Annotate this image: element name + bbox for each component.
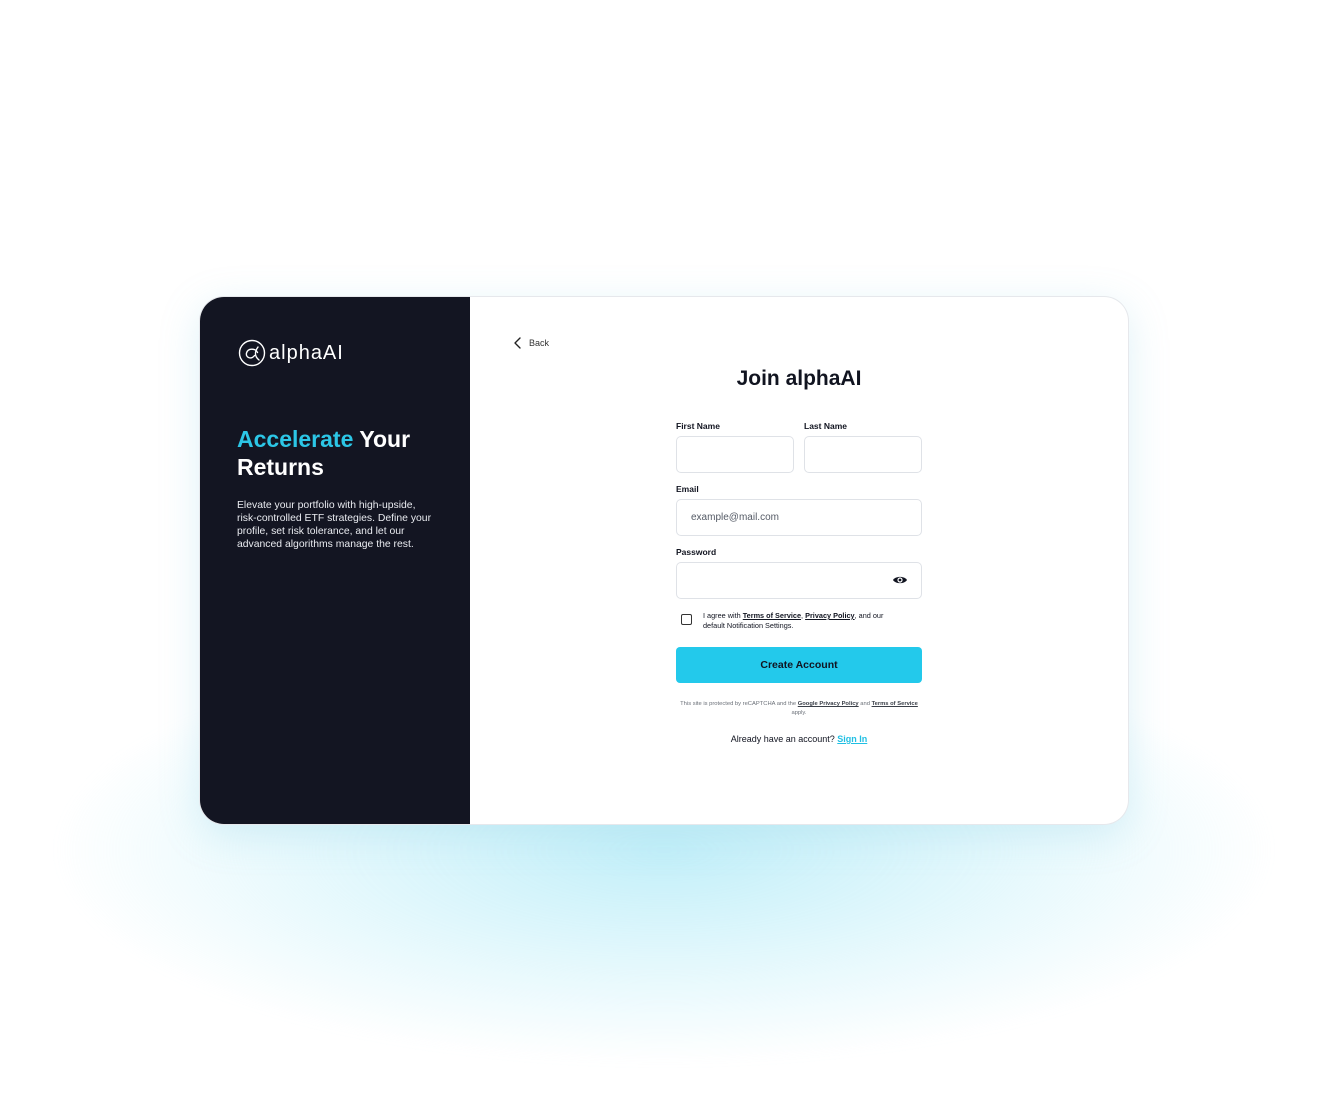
password-field[interactable] xyxy=(676,562,922,599)
email-field[interactable] xyxy=(676,499,922,536)
last-name-field[interactable] xyxy=(804,436,922,473)
recaptcha-notice: This site is protected by reCAPTCHA and … xyxy=(676,700,922,718)
signup-card: alphaAI Accelerate Your Returns Elevate … xyxy=(200,297,1128,824)
hero-headline-accent: Accelerate xyxy=(237,426,354,452)
password-group: Password xyxy=(676,547,922,599)
email-label: Email xyxy=(676,484,699,494)
last-name-label: Last Name xyxy=(804,421,847,431)
first-name-field[interactable] xyxy=(676,436,794,473)
password-label: Password xyxy=(676,547,717,557)
chevron-left-icon xyxy=(514,337,521,349)
signup-form: First Name Last Name Email Password xyxy=(676,421,922,744)
recaptcha-middle: and xyxy=(858,701,872,707)
eye-icon[interactable] xyxy=(892,574,908,586)
brand-logo: alphaAI xyxy=(238,339,344,367)
recaptcha-prefix: This site is protected by reCAPTCHA and … xyxy=(680,701,798,707)
create-account-button[interactable]: Create Account xyxy=(676,647,922,683)
agreement-row: I agree with Terms of Service, Privacy P… xyxy=(676,611,922,630)
form-panel: Back Join alphaAI First Name Last Name E… xyxy=(470,297,1128,824)
hero-description: Elevate your portfolio with high-upside,… xyxy=(237,500,432,550)
google-privacy-policy-link[interactable]: Google Privacy Policy xyxy=(798,701,859,707)
agreement-prefix: I agree with xyxy=(703,611,743,620)
alpha-logo-icon xyxy=(238,339,266,367)
password-wrapper xyxy=(676,562,922,599)
privacy-policy-link[interactable]: Privacy Policy xyxy=(805,611,855,620)
recaptcha-suffix: apply. xyxy=(791,710,807,716)
hero-panel: alphaAI Accelerate Your Returns Elevate … xyxy=(200,297,470,824)
page-title: Join alphaAI xyxy=(736,367,862,390)
sign-in-link[interactable]: Sign In xyxy=(837,734,867,744)
signin-prompt: Already have an account? xyxy=(730,734,838,744)
signin-row: Already have an account? Sign In xyxy=(676,734,922,744)
back-label: Back xyxy=(529,338,550,348)
last-name-group: Last Name xyxy=(804,421,922,473)
first-name-group: First Name xyxy=(676,421,794,473)
first-name-label: First Name xyxy=(676,421,720,431)
agreement-checkbox[interactable] xyxy=(681,614,692,625)
hero-headline: Accelerate Your Returns xyxy=(237,425,447,481)
name-row: First Name Last Name xyxy=(676,421,922,473)
email-group: Email xyxy=(676,484,922,536)
agreement-text: I agree with Terms of Service, Privacy P… xyxy=(703,611,903,630)
terms-of-service-link[interactable]: Terms of Service xyxy=(743,611,801,620)
google-terms-link[interactable]: Terms of Service xyxy=(872,701,918,707)
brand-name: alphaAI xyxy=(269,341,344,364)
back-button[interactable]: Back xyxy=(512,336,549,350)
